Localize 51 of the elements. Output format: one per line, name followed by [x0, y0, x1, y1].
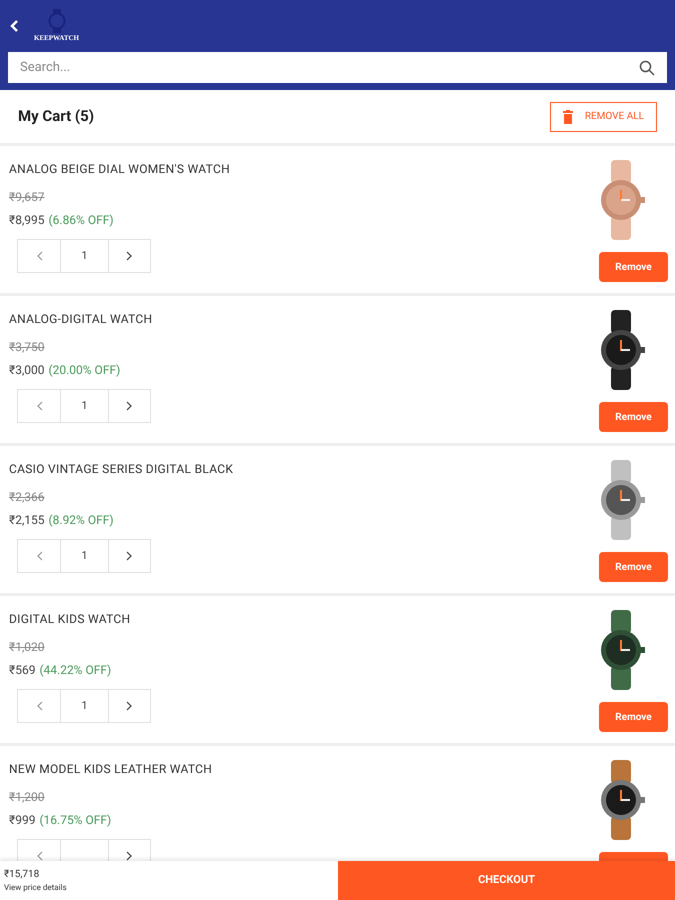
- total-price: ₹15,718: [4, 868, 40, 882]
- sale-price: ₹999: [9, 812, 36, 829]
- quantity-value: 1: [61, 540, 109, 572]
- remove-button[interactable]: Remove: [599, 252, 668, 282]
- chevron-right-icon: [126, 401, 133, 411]
- chevron-left-icon: [36, 701, 42, 711]
- original-price: ₹9,657: [9, 189, 46, 206]
- chevron-left-icon: [36, 251, 42, 261]
- chevron-left-icon: [36, 401, 42, 411]
- search-button[interactable]: [635, 52, 667, 83]
- quantity-value: 1: [61, 240, 109, 272]
- chevron-left-icon: [36, 551, 42, 561]
- product-name: NEW MODEL KIDS LEATHER WATCH: [9, 761, 212, 778]
- quantity-stepper[interactable]: 1: [17, 389, 151, 423]
- discount-text: (16.75% OFF): [39, 812, 112, 829]
- original-price: ₹3,750: [9, 339, 46, 356]
- product-name: ANALOG-DIGITAL WATCH: [9, 311, 152, 328]
- chevron-left-icon: [36, 851, 42, 861]
- chevron-right-icon: [126, 851, 133, 861]
- sale-price: ₹2,155: [9, 512, 45, 529]
- trash-icon: [562, 110, 573, 124]
- discount-text: (20.00% OFF): [48, 362, 120, 379]
- chevron-right-icon: [126, 551, 133, 561]
- sale-price: ₹8,995: [9, 212, 45, 229]
- sale-price: ₹3,000: [9, 362, 45, 379]
- checkout-button[interactable]: CHECKOUT: [338, 861, 675, 900]
- remove-all-button[interactable]: REMOVE ALL: [550, 102, 657, 132]
- discount-text: (6.86% OFF): [48, 212, 114, 229]
- discount-text: (8.92% OFF): [48, 512, 114, 529]
- quantity-stepper[interactable]: 1: [17, 539, 151, 573]
- chevron-right-icon: [126, 701, 133, 711]
- remove-button[interactable]: Remove: [599, 702, 668, 732]
- sale-price: ₹569: [9, 662, 36, 679]
- original-price: ₹1,020: [9, 639, 46, 656]
- product-name: CASIO VINTAGE SERIES DIGITAL BLACK: [9, 461, 234, 478]
- original-price: ₹2,366: [9, 489, 46, 506]
- discount-text: (44.22% OFF): [39, 662, 112, 679]
- quantity-value: 1: [61, 690, 109, 722]
- chevron-right-icon: [126, 251, 133, 261]
- search-icon: [639, 60, 655, 76]
- remove-button[interactable]: Remove: [599, 552, 668, 582]
- quantity-value: 1: [61, 390, 109, 422]
- search-field[interactable]: Search...: [8, 52, 635, 83]
- quantity-stepper[interactable]: 1: [17, 239, 151, 273]
- product-name: DIGITAL KIDS WATCH: [9, 611, 132, 628]
- product-name: ANALOG BEIGE DIAL WOMEN'S WATCH: [9, 161, 230, 178]
- original-price: ₹1,200: [9, 789, 46, 806]
- remove-button[interactable]: Remove: [599, 402, 668, 432]
- price-details-link[interactable]: View price details: [4, 882, 338, 894]
- quantity-stepper[interactable]: 1: [17, 689, 151, 723]
- cart-title: My Cart (5): [18, 106, 94, 128]
